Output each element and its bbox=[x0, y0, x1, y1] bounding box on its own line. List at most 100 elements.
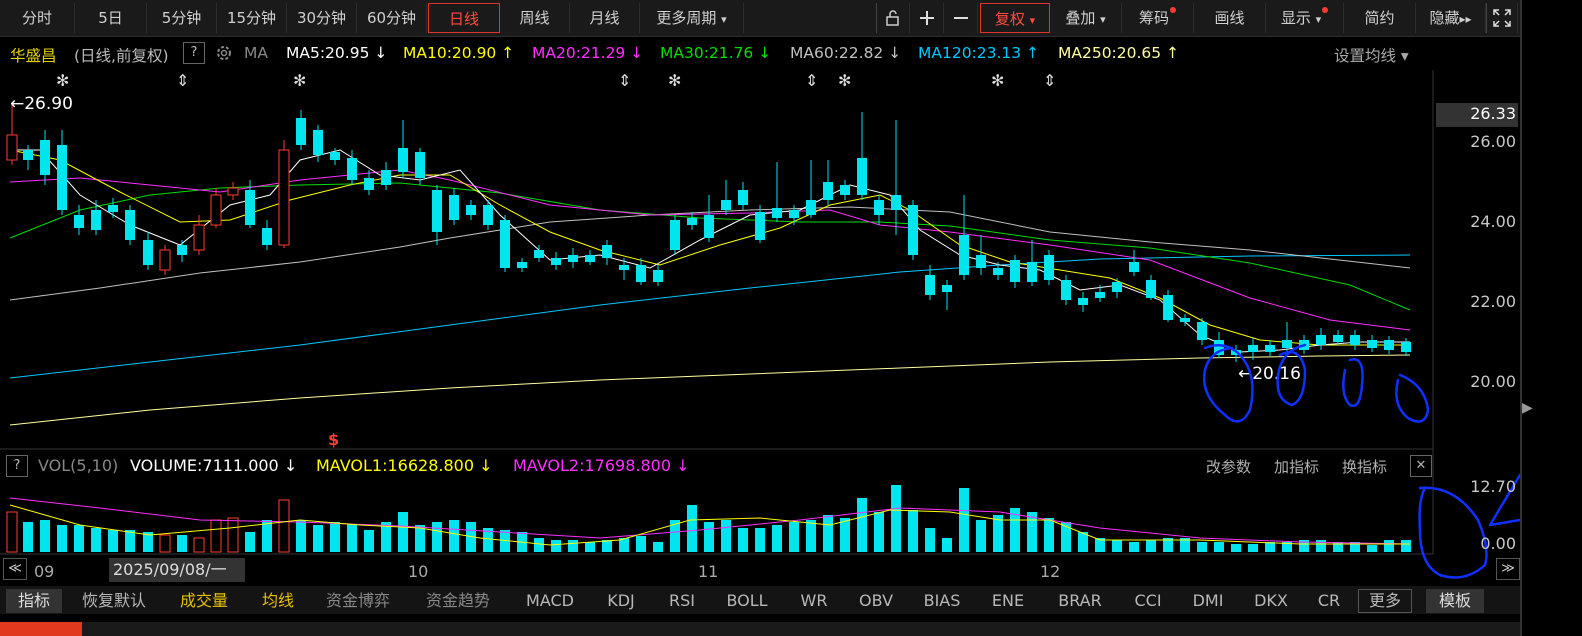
candle-body bbox=[619, 265, 629, 270]
candle-body bbox=[653, 270, 663, 282]
volume-bar bbox=[857, 498, 867, 552]
candle-body bbox=[23, 150, 33, 160]
more-indicators-button[interactable]: 更多 bbox=[1358, 589, 1412, 613]
candle-body bbox=[1129, 262, 1139, 272]
event-arrow-icon: ⇕ bbox=[1043, 71, 1056, 90]
volume-bar bbox=[534, 538, 544, 552]
candle-body bbox=[738, 190, 748, 205]
switch-indicator-button[interactable]: 换指标 bbox=[1342, 456, 1387, 477]
volume-bars bbox=[6, 485, 1411, 553]
kdj-tab[interactable]: KDJ bbox=[598, 589, 644, 613]
candle-body bbox=[1265, 345, 1275, 352]
capital-trend-tab[interactable]: 资金趋势 bbox=[418, 589, 498, 613]
candle-body bbox=[534, 250, 544, 258]
capital-game-tab[interactable]: 资金博弈 bbox=[318, 589, 398, 613]
arrow-down-icon: ↓ bbox=[676, 456, 690, 475]
volume-bar bbox=[1384, 540, 1394, 552]
candle-body bbox=[347, 158, 357, 180]
candle-body bbox=[993, 268, 1003, 275]
scroll-right-icon[interactable]: ≫ bbox=[1496, 558, 1520, 580]
volume-bar bbox=[278, 499, 290, 553]
volume-bar bbox=[585, 542, 595, 552]
volume-bar bbox=[789, 522, 799, 552]
dmi-tab[interactable]: DMI bbox=[1186, 589, 1230, 613]
candle-body bbox=[108, 205, 118, 212]
cci-tab[interactable]: CCI bbox=[1126, 589, 1170, 613]
restore-default-tab[interactable]: 恢复默认 bbox=[74, 589, 154, 613]
volume-bar bbox=[159, 534, 171, 553]
candle-body bbox=[74, 215, 84, 228]
candle-body bbox=[159, 249, 171, 271]
candle-body bbox=[500, 220, 510, 268]
volume-help-icon[interactable]: ? bbox=[6, 455, 28, 477]
ene-tab[interactable]: ENE bbox=[984, 589, 1032, 613]
rsi-tab[interactable]: RSI bbox=[660, 589, 704, 613]
candle-body bbox=[91, 210, 101, 230]
close-icon[interactable]: ✕ bbox=[1410, 455, 1432, 477]
volume-bar bbox=[347, 524, 357, 552]
volume-text: VOLUME:7111.000 bbox=[130, 456, 279, 475]
volume-bar bbox=[755, 528, 765, 552]
signal-marker: $ bbox=[328, 430, 339, 449]
mavol2-value: MAVOL2:17698.800 ↓ bbox=[513, 456, 690, 475]
event-markers: ✻ ⇕ ✻ ⇕ ✻ ⇕ ✻ ✻ ⇕ bbox=[56, 71, 1056, 90]
volume-bar bbox=[1248, 544, 1258, 552]
candle-body bbox=[585, 255, 595, 262]
candle-body bbox=[789, 210, 799, 218]
candle-body bbox=[1401, 342, 1411, 352]
volume-bar bbox=[976, 520, 986, 552]
time-label: 12 bbox=[1040, 562, 1061, 581]
template-button[interactable]: 模板 bbox=[1426, 589, 1484, 613]
volume-tick-top: 12.70 bbox=[1470, 477, 1516, 496]
brar-tab[interactable]: BRAR bbox=[1050, 589, 1110, 613]
volume-bar bbox=[687, 505, 697, 552]
edit-params-button[interactable]: 改参数 bbox=[1206, 456, 1251, 477]
expand-panel-icon[interactable]: ▶ bbox=[1522, 400, 1533, 430]
volume-bar bbox=[227, 517, 239, 553]
volume-bar bbox=[704, 522, 714, 552]
ma-tab[interactable]: 均线 bbox=[252, 589, 304, 613]
volume-bar bbox=[245, 532, 255, 552]
boll-tab[interactable]: BOLL bbox=[718, 589, 776, 613]
scroll-left-icon[interactable]: ≪ bbox=[3, 558, 27, 580]
candle-body bbox=[125, 210, 135, 240]
event-star-icon: ✻ bbox=[56, 71, 69, 90]
ma20-line bbox=[9, 169, 1411, 331]
volume-bar bbox=[959, 488, 969, 552]
price-tick: 26.00 bbox=[1470, 132, 1516, 151]
add-indicator-button[interactable]: 加指标 bbox=[1274, 456, 1319, 477]
scribble-circle-4 bbox=[1395, 373, 1430, 423]
wr-tab[interactable]: WR bbox=[792, 589, 836, 613]
candle-body bbox=[704, 215, 714, 238]
indicator-tab[interactable]: 指标 bbox=[6, 589, 62, 613]
event-arrow-icon: ⇕ bbox=[805, 71, 818, 90]
candle-body bbox=[227, 187, 239, 196]
dkx-tab[interactable]: DKX bbox=[1246, 589, 1296, 613]
cr-tab[interactable]: CR bbox=[1310, 589, 1348, 613]
ma250-line bbox=[9, 354, 1411, 426]
volume-bar bbox=[942, 538, 952, 552]
candle-body bbox=[466, 205, 476, 215]
volume-bar bbox=[57, 525, 67, 552]
candle-body bbox=[1197, 322, 1207, 340]
volume-bar bbox=[193, 537, 205, 553]
volume-bar bbox=[1367, 545, 1377, 552]
volume-bar bbox=[1316, 540, 1326, 552]
candle-body bbox=[1367, 340, 1377, 348]
bias-tab[interactable]: BIAS bbox=[916, 589, 968, 613]
ma5-line bbox=[10, 149, 1410, 353]
bottom-status-strip bbox=[82, 622, 1520, 636]
candle-body bbox=[806, 200, 816, 215]
event-star-icon: ✻ bbox=[668, 71, 681, 90]
volume-value: VOLUME:7111.000 ↓ bbox=[130, 456, 297, 475]
macd-tab[interactable]: MACD bbox=[518, 589, 582, 613]
obv-tab[interactable]: OBV bbox=[852, 589, 900, 613]
volume-tab[interactable]: 成交量 bbox=[170, 589, 238, 613]
volume-bar bbox=[874, 512, 884, 552]
event-star-icon: ✻ bbox=[293, 71, 306, 90]
candle-body bbox=[976, 255, 986, 268]
candle-body bbox=[1044, 255, 1054, 280]
candle-body bbox=[1010, 260, 1020, 282]
candle-body bbox=[245, 190, 255, 225]
volume-bar bbox=[772, 525, 782, 552]
